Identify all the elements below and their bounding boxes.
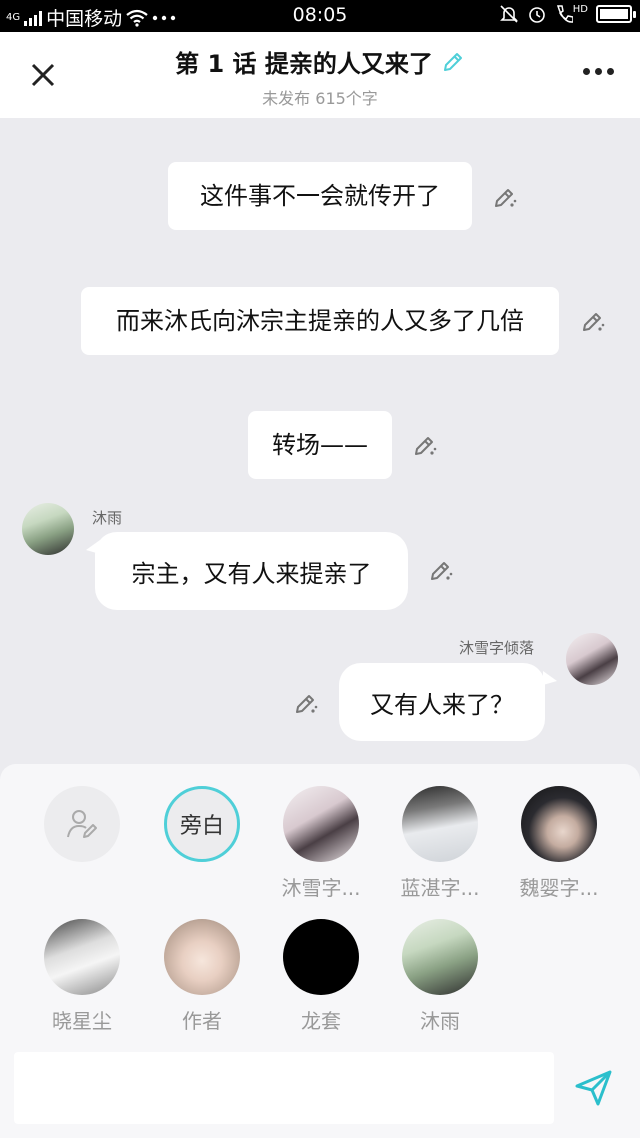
character-item[interactable]: 蓝湛字... [390,786,490,901]
speaker-name: 沐雪字倾落 [459,639,535,657]
edit-icon[interactable] [580,308,606,334]
character-name: 沐雨 [420,1009,460,1033]
chat-bubble-right[interactable]: 又有人来了？ [339,663,545,741]
message-text: 而来沐氏向沐宗主提亲的人又多了几倍 [116,307,524,335]
character-item[interactable]: 沐雨 [390,919,490,1034]
more-icon[interactable] [583,68,614,75]
add-character-circle [44,786,120,862]
edit-icon[interactable] [293,690,319,716]
chapter-title: 第 1 话 提亲的人又来了 [175,50,433,78]
character-item[interactable]: 沐雪字... [271,786,371,901]
editor-header: 第 1 话 提亲的人又来了 未发布 615个字 [0,32,640,118]
character-name: 龙套 [301,1009,341,1033]
character-name: 魏婴字... [519,876,599,900]
character-item[interactable]: 作者 [152,919,252,1034]
message-text: 又有人来了？ [370,690,514,719]
edit-icon[interactable] [492,184,518,210]
message-text: 这件事不一会就传开了 [200,182,440,210]
status-bar: 4G 中国移动 08:05 HD [0,0,640,32]
character-avatar [402,919,478,995]
character-avatar [283,786,359,862]
character-avatar [283,919,359,995]
character-name: 作者 [182,1009,222,1033]
close-icon[interactable] [22,54,64,96]
chat-bubble-left[interactable]: 宗主，又有人来提亲了 [95,532,408,610]
edit-icon[interactable] [412,432,438,458]
narration-message[interactable]: 而来沐氏向沐宗主提亲的人又多了几倍 [81,287,559,355]
status-right: HD [499,4,636,24]
character-avatar [44,919,120,995]
message-text: 宗主，又有人来提亲了 [131,559,372,588]
message-text: 转场—— [272,431,368,459]
hd-call-icon: HD [555,4,588,24]
title-area: 第 1 话 提亲的人又来了 未发布 615个字 [120,44,520,109]
narrator-circle: 旁白 [164,786,240,862]
character-name: 沐雪字... [281,876,361,900]
battery-icon [596,5,636,23]
title-row: 第 1 话 提亲的人又来了 [175,44,465,79]
add-person-icon [67,810,97,838]
character-item[interactable]: 魏婴字... [509,786,609,901]
bubble-tail [543,671,557,685]
character-avatar [521,786,597,862]
pencil-icon[interactable] [441,50,465,74]
send-icon[interactable] [572,1066,616,1110]
speaker-name: 沐雨 [92,509,123,527]
avatar[interactable] [566,633,618,685]
edit-icon[interactable] [428,557,454,583]
character-item[interactable]: 龙套 [271,919,371,1034]
character-avatar [164,919,240,995]
character-name: 蓝湛字... [400,876,480,900]
avatar[interactable] [22,503,74,555]
narration-message[interactable]: 转场—— [248,411,392,479]
character-avatar [402,786,478,862]
add-character-button[interactable] [32,786,132,862]
narrator-label: 旁白 [179,814,224,839]
hd-label: HD [572,4,588,15]
narrator-button[interactable]: 旁白 [152,786,252,862]
mute-bell-icon [499,5,518,23]
character-item[interactable]: 晓星尘 [32,919,132,1034]
chapter-status: 未发布 615个字 [262,89,378,108]
alarm-icon [528,7,545,23]
narration-message[interactable]: 这件事不一会就传开了 [168,162,472,230]
message-input[interactable] [14,1052,554,1124]
character-name: 晓星尘 [52,1009,112,1033]
